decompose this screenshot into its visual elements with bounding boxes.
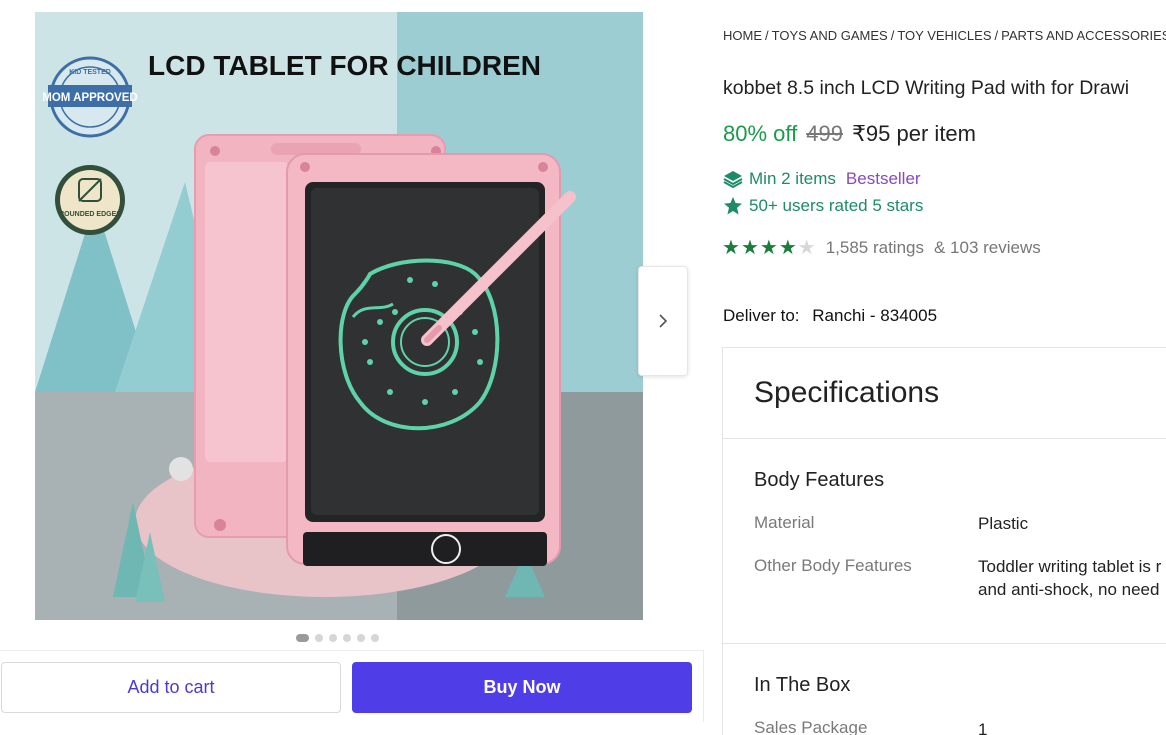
specifications-card: Specifications Body Features Material Pl… — [722, 347, 1166, 735]
delivery-label: Deliver to: — [723, 306, 800, 325]
layers-icon — [723, 171, 743, 189]
selling-price: ₹95 per item — [851, 121, 976, 146]
divider — [723, 643, 1166, 644]
carousel-dot[interactable] — [357, 634, 365, 642]
star-badge-icon — [724, 197, 742, 215]
seal-ring-text: KID TESTED — [69, 69, 111, 76]
divider — [723, 438, 1166, 439]
delivery-location[interactable]: Deliver to: Ranchi - 834005 — [723, 306, 937, 326]
specifications-title: Specifications — [754, 376, 940, 409]
badge-text: ROUNDED EDGES — [59, 211, 121, 218]
material-key: Material — [754, 513, 815, 532]
other-body-features-line1: Toddler writing tablet is r — [978, 557, 1162, 576]
star-icon: ★ — [740, 237, 759, 259]
breadcrumb-toy-vehicles[interactable]: TOY VEHICLES — [897, 28, 991, 43]
rounded-edges-badge: ROUNDED EDGES — [55, 165, 125, 235]
breadcrumb: HOME / TOYS AND GAMES / TOY VEHICLES / PARTS A… — [723, 28, 1166, 43]
users-rated-text: 50+ users rated 5 stars — [749, 196, 924, 215]
breadcrumb-parts-and-accessories[interactable]: PARTS AND ACCESSORIES — [1001, 28, 1166, 43]
star-icon: ★ — [722, 237, 740, 259]
reviews-count: & 103 reviews — [933, 238, 1041, 257]
carousel-dot[interactable] — [371, 634, 379, 642]
discount-percent: 80% off — [723, 121, 798, 146]
star-icon: ★ — [778, 237, 797, 259]
add-to-cart-button[interactable]: Add to cart — [1, 662, 341, 713]
seal-text: MOM APPROVED — [42, 92, 137, 104]
next-image-button[interactable] — [638, 266, 688, 376]
carousel-dot[interactable] — [329, 634, 337, 642]
ratings-count: 1,585 ratings — [825, 238, 924, 257]
image-headline: LCD TABLET FOR CHILDREN — [148, 50, 541, 81]
carousel-dots — [296, 634, 379, 642]
body-features-heading: Body Features — [754, 469, 885, 491]
users-rated-row: 50+ users rated 5 stars — [723, 196, 923, 216]
star-icon: ★ — [759, 237, 778, 259]
min-items-text: Min 2 items — [749, 169, 836, 188]
sales-package-key: Sales Package — [754, 718, 868, 735]
material-value: Plastic — [978, 514, 1029, 533]
price-row: 80% off 499 ₹95 per item — [723, 121, 976, 147]
buy-now-button[interactable]: Buy Now — [352, 662, 692, 713]
breadcrumb-home[interactable]: HOME — [723, 28, 762, 43]
breadcrumb-toys-and-games[interactable]: TOYS AND GAMES — [772, 28, 888, 43]
star-rating: ★ ★ ★ ★ ★ — [722, 238, 816, 258]
in-the-box-heading: In The Box — [754, 674, 851, 696]
action-bar: Add to cart Buy Now — [0, 650, 704, 722]
chevron-right-icon — [659, 314, 668, 328]
carousel-dot[interactable] — [315, 634, 323, 642]
carousel-dot[interactable] — [343, 634, 351, 642]
rating-row[interactable]: ★ ★ ★ ★ ★ 1,585 ratings & 103 reviews — [722, 238, 1041, 258]
bestseller-tag: Bestseller — [845, 169, 921, 188]
carousel-dot[interactable] — [296, 634, 309, 642]
star-empty-icon: ★ — [797, 237, 816, 259]
delivery-pincode: Ranchi - 834005 — [812, 306, 938, 325]
other-body-features-key: Other Body Features — [754, 556, 912, 575]
sales-package-value: 1 — [978, 720, 988, 735]
min-items-row: Min 2 items Bestseller — [723, 169, 921, 189]
product-image[interactable]: LCD TABLET FOR CHILDREN MOM APPROVED KID… — [35, 12, 643, 620]
product-title: kobbet 8.5 inch LCD Writing Pad with for… — [723, 77, 1130, 99]
original-price: 499 — [806, 121, 843, 146]
other-body-features-line2: and anti-shock, no need — [978, 580, 1160, 599]
